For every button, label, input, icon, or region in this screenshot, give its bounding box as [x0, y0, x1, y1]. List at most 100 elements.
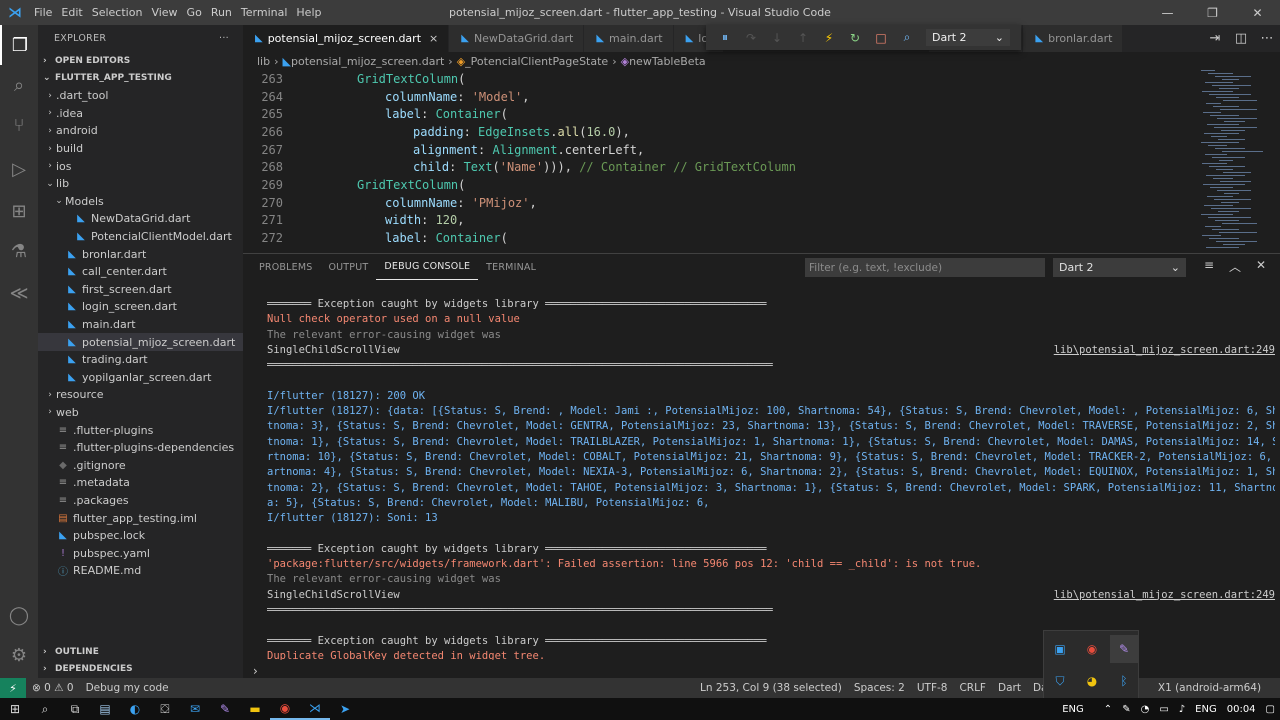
debug-target-select[interactable]: Dart 2 ⌄: [926, 29, 1010, 46]
panel-tab-terminal[interactable]: TERMINAL: [478, 254, 544, 280]
remote-icon[interactable]: ⚡: [0, 678, 26, 698]
step-out-icon[interactable]: ↑: [790, 31, 816, 45]
inspect-widget-icon[interactable]: ⌕: [894, 30, 920, 45]
search-icon[interactable]: ⌕: [0, 65, 38, 105]
stop-icon[interactable]: □: [868, 31, 894, 45]
tab-potensial-mijoz-screen-dart[interactable]: ◣ potensial_mijoz_screen.dart ×: [243, 25, 450, 52]
hot-reload-icon[interactable]: ⚡: [816, 31, 842, 45]
edge-icon[interactable]: ◐: [120, 698, 150, 720]
panel-tab-output[interactable]: OUTPUT: [320, 254, 376, 280]
taskbar-search-icon[interactable]: ⌕: [30, 698, 60, 720]
volume-icon[interactable]: ♪: [1174, 704, 1190, 715]
testing-icon[interactable]: ⚗: [0, 231, 38, 271]
minimize-icon[interactable]: —: [1145, 0, 1190, 25]
chrome-icon[interactable]: ◉: [270, 698, 300, 720]
notifications-icon[interactable]: ▢: [1261, 704, 1280, 715]
folder-item[interactable]: ⌄ lib: [38, 175, 243, 193]
explorer-icon[interactable]: ❐: [0, 25, 38, 65]
folder-item[interactable]: ⌄ Models: [38, 193, 243, 211]
console-filter-input[interactable]: Filter (e.g. text, !exclude): [805, 258, 1045, 277]
folder-item[interactable]: › build: [38, 140, 243, 158]
open-changes-icon[interactable]: ⇥: [1202, 31, 1228, 46]
file-item[interactable]: ▤ flutter_app_testing.iml: [38, 509, 243, 527]
breadcrumb-item[interactable]: potensial_mijoz_screen.dart: [291, 55, 444, 68]
vscode-taskbar-icon[interactable]: ⋊: [300, 698, 330, 720]
device-selector[interactable]: X1 (android-arm64): [1152, 682, 1267, 694]
console-prompt[interactable]: ›: [253, 664, 258, 678]
tab-newdatagrid-dart[interactable]: ◣ NewDataGrid.dart: [449, 25, 585, 52]
project-section[interactable]: ⌄ FLUTTER_APP_TESTING: [38, 69, 243, 86]
menu-item-go[interactable]: Go: [183, 0, 207, 25]
split-editor-icon[interactable]: ◫: [1228, 31, 1254, 46]
task-view-icon[interactable]: ⧉: [60, 698, 90, 720]
menu-item-run[interactable]: Run: [207, 0, 237, 25]
restore-icon[interactable]: ❐: [1190, 0, 1235, 25]
tray-app-icon[interactable]: ▣: [1046, 635, 1074, 663]
taskbar-app-icon[interactable]: ▤: [90, 698, 120, 720]
folder-item[interactable]: › .idea: [38, 105, 243, 123]
menu-item-selection[interactable]: Selection: [88, 0, 148, 25]
file-item[interactable]: ≡ .metadata: [38, 474, 243, 492]
dependencies-section[interactable]: › DEPENDENCIES: [38, 660, 243, 677]
open-editors-section[interactable]: › OPEN EDITORS: [38, 52, 243, 69]
minimap[interactable]: [1193, 70, 1280, 250]
windows-start-icon[interactable]: ⊞: [0, 698, 30, 720]
tray-app-2-icon[interactable]: ◕: [1078, 667, 1106, 695]
file-item[interactable]: ◣ login_screen.dart: [38, 298, 243, 316]
more-actions-icon[interactable]: ⋯: [1254, 31, 1280, 46]
encoding[interactable]: UTF-8: [911, 682, 954, 694]
problems-status[interactable]: ⊗ 0 ⚠ 0: [26, 682, 80, 694]
panel-tab-problems[interactable]: PROBLEMS: [251, 254, 320, 280]
file-item[interactable]: ◣ yopilganlar_screen.dart: [38, 369, 243, 387]
restart-icon[interactable]: ↻: [842, 31, 868, 45]
mail-icon[interactable]: ✉: [180, 698, 210, 720]
folder-item[interactable]: › web: [38, 404, 243, 422]
bluetooth-icon[interactable]: ᛒ: [1110, 667, 1138, 695]
network-icon[interactable]: ◔: [1136, 704, 1155, 715]
telegram-icon[interactable]: ➤: [330, 698, 360, 720]
close-tab-icon[interactable]: ×: [429, 32, 438, 45]
folder-item[interactable]: › ios: [38, 157, 243, 175]
show-hidden-icons-icon[interactable]: ⌃: [1099, 704, 1117, 715]
tab-bronlar-dart[interactable]: ◣ bronlar.dart: [1023, 25, 1124, 52]
tray-pen-icon[interactable]: ✎: [1117, 704, 1135, 715]
more-actions-icon[interactable]: ···: [219, 33, 229, 44]
menu-item-terminal[interactable]: Terminal: [237, 0, 293, 25]
maximize-panel-icon[interactable]: ︿: [1222, 258, 1248, 275]
debug-console-output[interactable]: ═══════ Exception caught by widgets libr…: [267, 298, 1275, 660]
tray-feather-icon[interactable]: ✎: [1110, 635, 1138, 663]
run-debug-icon[interactable]: ▷: [0, 149, 38, 189]
code-editor[interactable]: 263 GridTextColumn(264 columnName: 'Model'…: [243, 70, 1193, 250]
file-item[interactable]: ◣ bronlar.dart: [38, 245, 243, 263]
breadcrumb-item[interactable]: newTableBeta: [629, 55, 706, 68]
clear-console-icon[interactable]: ≡: [1196, 258, 1222, 275]
indentation[interactable]: Spaces: 2: [848, 682, 911, 694]
close-icon[interactable]: ✕: [1235, 0, 1280, 25]
file-item[interactable]: ◆ .gitignore: [38, 456, 243, 474]
menu-item-help[interactable]: Help: [292, 0, 326, 25]
file-item[interactable]: ◣ first_screen.dart: [38, 281, 243, 299]
language-indicator-left[interactable]: ENG: [1057, 704, 1089, 715]
folder-item[interactable]: › resource: [38, 386, 243, 404]
panel-tab-debug-console[interactable]: DEBUG CONSOLE: [376, 254, 479, 280]
source-control-icon[interactable]: ⑂: [0, 105, 38, 145]
menu-item-view[interactable]: View: [147, 0, 182, 25]
folder-item[interactable]: › .dart_tool: [38, 87, 243, 105]
outline-section[interactable]: › OUTLINE: [38, 643, 243, 660]
account-icon[interactable]: ◯: [0, 595, 38, 635]
breadcrumb-item[interactable]: _PotencialClientPageState: [465, 55, 608, 68]
file-item[interactable]: ≡ .flutter-plugins-dependencies: [38, 439, 243, 457]
file-item[interactable]: ⓘ README.md: [38, 562, 243, 580]
step-into-icon[interactable]: ↓: [764, 31, 790, 45]
folder-item[interactable]: › android: [38, 122, 243, 140]
breadcrumb-item[interactable]: lib: [257, 55, 270, 68]
file-item[interactable]: ◣ potensial_mijoz_screen.dart: [38, 333, 243, 351]
feather-app-icon[interactable]: ✎: [210, 698, 240, 720]
file-item[interactable]: ≡ .flutter-plugins: [38, 421, 243, 439]
close-panel-icon[interactable]: ✕: [1248, 258, 1274, 275]
language-indicator[interactable]: ENG: [1190, 704, 1222, 715]
taskbar-clock[interactable]: 00:04: [1222, 704, 1261, 715]
file-item[interactable]: ◣ trading.dart: [38, 351, 243, 369]
console-session-select[interactable]: Dart 2 ⌄: [1053, 258, 1186, 277]
debug-status[interactable]: Debug my code: [80, 682, 175, 694]
